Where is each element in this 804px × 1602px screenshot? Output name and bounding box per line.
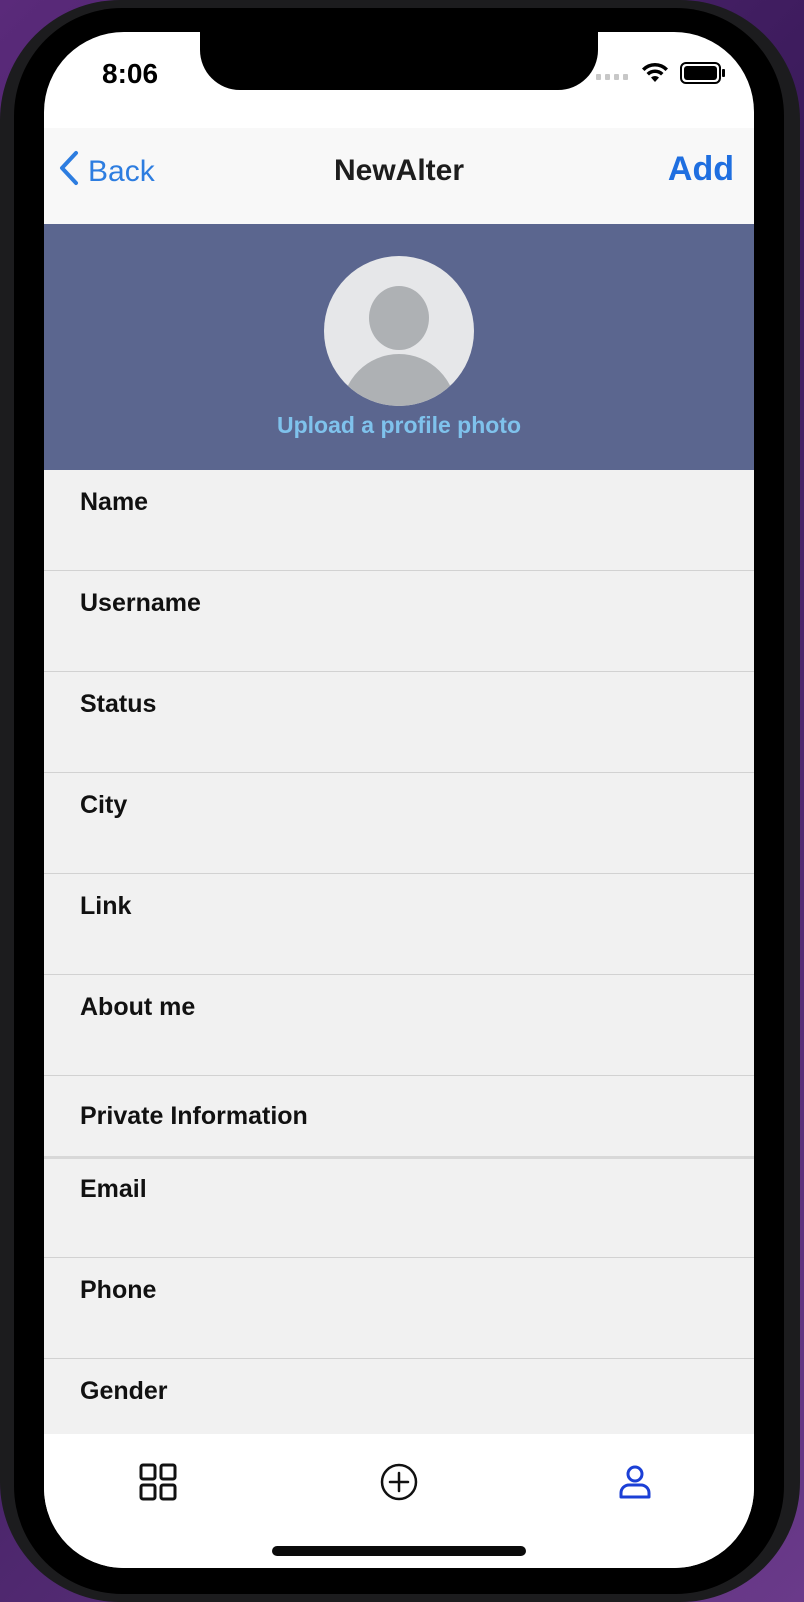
phone-field[interactable]: Phone [44,1258,754,1359]
about-me-field[interactable]: About me [44,975,754,1076]
cellular-signal-icon [596,67,630,85]
field-label: About me [80,993,196,1021]
city-field[interactable]: City [44,773,754,874]
avatar-placeholder[interactable] [324,256,474,406]
email-field[interactable]: Email [44,1159,754,1258]
profile-header: Upload a profile photo [44,224,754,470]
field-label: Gender [80,1377,168,1405]
add-circle-icon [379,1462,419,1507]
private-info-section-header: Private Information [44,1076,754,1159]
profile-icon [617,1464,653,1505]
avatar-head-shape [369,286,429,350]
avatar-body-shape [342,354,456,406]
upload-photo-link[interactable]: Upload a profile photo [44,412,754,439]
status-indicators [596,62,726,89]
link-field[interactable]: Link [44,874,754,975]
field-label: Status [80,690,157,718]
navigation-bar: Back NewAlter Add [44,128,754,224]
section-title: Private Information [80,1102,308,1130]
field-label: Name [80,488,149,516]
tab-add[interactable] [369,1454,429,1514]
status-time: 8:06 [102,58,159,89]
name-field[interactable]: Name [44,470,754,571]
device-notch [200,32,598,90]
field-label: Link [80,892,132,920]
username-field[interactable]: Username [44,571,754,672]
field-label: City [80,791,128,819]
tab-profile[interactable] [605,1454,665,1514]
status-field[interactable]: Status [44,672,754,773]
battery-icon [680,62,726,89]
profile-form: Name Username Status City Link About me … [44,470,754,1460]
field-label: Email [80,1175,147,1203]
app-screen: 8:06 Back NewAlter Add Upload a profile … [44,32,754,1568]
add-button[interactable]: Add [668,150,734,189]
wifi-icon [640,62,670,89]
tab-home[interactable] [128,1454,188,1514]
grid-icon [138,1462,178,1507]
field-label: Username [80,589,201,617]
page-title: NewAlter [333,154,465,187]
field-label: Phone [80,1276,157,1304]
home-indicator[interactable] [272,1546,526,1556]
